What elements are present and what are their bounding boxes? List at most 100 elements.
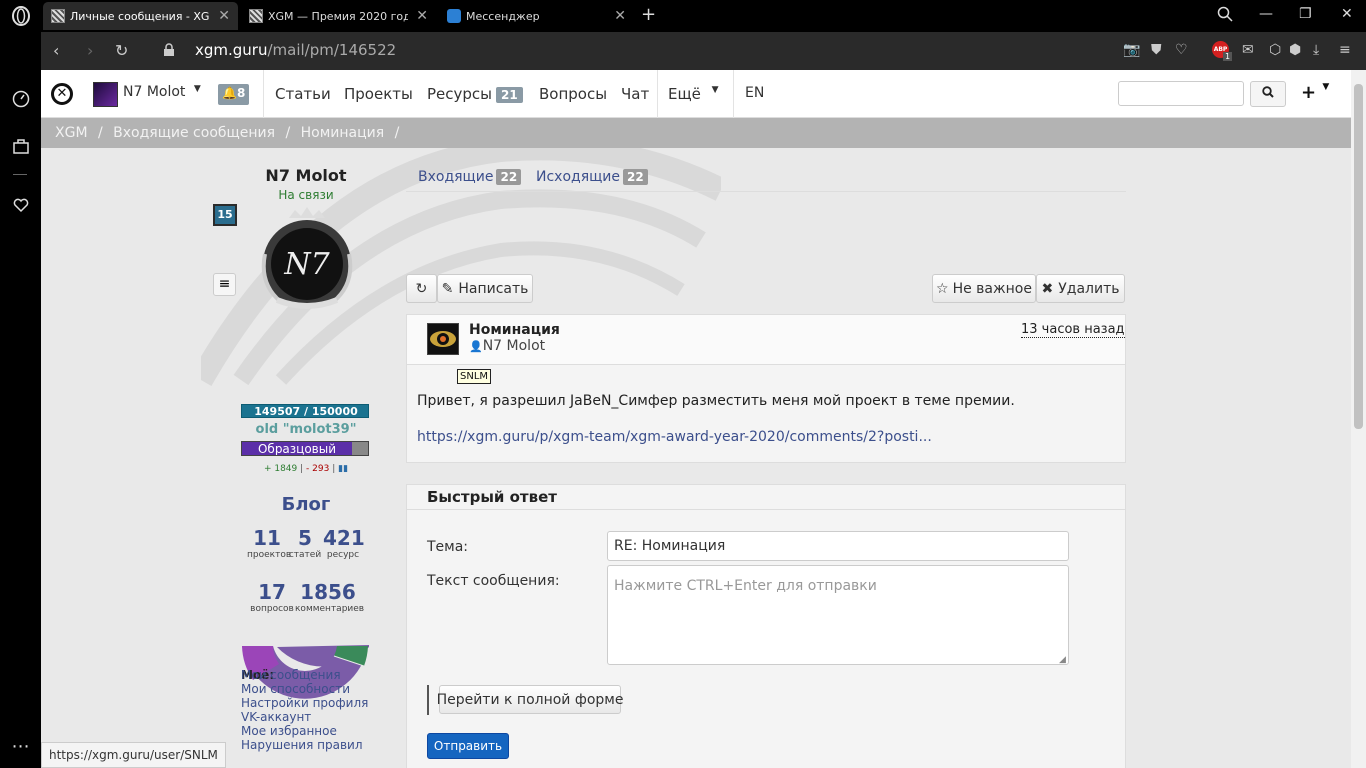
nav-articles[interactable]: Статьи xyxy=(275,85,331,103)
scrollbar-thumb[interactable] xyxy=(1354,84,1363,429)
heart-icon[interactable] xyxy=(0,196,41,218)
link-profile-settings[interactable]: Настройки профиля xyxy=(241,696,368,710)
write-button[interactable]: ✎ Написать xyxy=(437,274,533,303)
forward-icon[interactable]: › xyxy=(87,41,93,60)
tab-private-messages[interactable]: Личные сообщения - XGM ✕ xyxy=(43,2,238,30)
tab-messenger[interactable]: Мессенджер ✕ xyxy=(439,2,634,30)
stat-comments[interactable]: 1856 комментариев xyxy=(295,580,365,614)
camera-icon[interactable]: 📷 xyxy=(1123,42,1140,58)
new-tab-button[interactable]: + xyxy=(641,4,656,25)
rank-bar: Образцовый xyxy=(241,441,369,456)
caret-down-icon: ▼ xyxy=(193,84,201,94)
back-icon[interactable]: ‹ xyxy=(53,41,59,60)
delete-button[interactable]: ✖ Удалить xyxy=(1036,274,1125,303)
tab-outbox[interactable]: Исходящие 22 xyxy=(536,169,648,185)
user-icon: 👤 xyxy=(469,340,483,353)
nav-language[interactable]: EN xyxy=(745,85,764,101)
personal-news-icon[interactable] xyxy=(0,137,41,159)
tab-title: Личные сообщения - XGM xyxy=(70,9,211,23)
reload-icon[interactable]: ↻ xyxy=(115,41,128,60)
nav-more[interactable]: Ещё ▼ xyxy=(668,85,719,103)
menu-lines-icon[interactable]: ≡ xyxy=(1339,42,1351,58)
profile-menu-button[interactable]: ≡ xyxy=(213,273,236,296)
link-rule-violations[interactable]: Нарушения правил xyxy=(241,738,368,752)
message-textarea[interactable]: Нажмите CTRL+Enter для отправки xyxy=(607,565,1069,665)
shield-icon[interactable]: ⛊ xyxy=(1151,42,1162,58)
notifications-button[interactable]: 🔔8 xyxy=(218,84,250,105)
sender-avatar[interactable] xyxy=(427,323,459,355)
stats-chart-icon[interactable]: ▮▮ xyxy=(338,464,348,474)
tab-title: Мессенджер xyxy=(466,9,540,23)
minimize-icon[interactable]: — xyxy=(1259,6,1273,22)
full-form-button[interactable]: Перейти к полной форме xyxy=(436,685,624,714)
subject-label: Тема: xyxy=(427,539,469,555)
refresh-button[interactable]: ↻ xyxy=(406,274,437,303)
user-avatar[interactable] xyxy=(93,82,118,107)
breadcrumb-inbox[interactable]: Входящие сообщения xyxy=(113,125,275,141)
nav-questions[interactable]: Вопросы xyxy=(539,85,607,103)
quick-reply-divider xyxy=(407,509,1125,510)
site-top-nav: ✕ N7 Molot ▼ 🔔8 Статьи Проекты Ресурсы 21… xyxy=(41,70,1351,118)
xp-value: 149507 / 150000 xyxy=(254,405,358,418)
stat-projects[interactable]: 11 проектов xyxy=(247,526,291,560)
close-tab-icon[interactable]: ✕ xyxy=(218,8,230,24)
stat-questions[interactable]: 17 вопросов xyxy=(247,580,297,614)
nav-chat[interactable]: Чат xyxy=(621,85,649,103)
heart-outline-icon[interactable]: ♡ xyxy=(1175,42,1188,58)
page-scrollbar[interactable] xyxy=(1351,70,1366,768)
maximize-icon[interactable]: ❐ xyxy=(1299,6,1312,22)
stat-resources[interactable]: 421 ресурс xyxy=(323,526,365,560)
tab-inbox[interactable]: Входящие 22 xyxy=(418,169,522,185)
breadcrumb: XGM / Входящие сообщения / Номинация / xyxy=(41,118,1351,148)
send-button[interactable]: Отправить xyxy=(427,733,509,759)
tab-inbox-label: Входящие xyxy=(418,169,494,185)
speed-dial-icon[interactable] xyxy=(0,90,41,112)
more-icon[interactable]: ⋯ xyxy=(0,736,41,757)
link-vk-account[interactable]: VK-аккаунт xyxy=(241,710,368,724)
profile-name[interactable]: N7 Molot xyxy=(241,166,371,185)
breadcrumb-home[interactable]: XGM xyxy=(55,125,88,141)
reputation-minus: - 293 xyxy=(306,464,330,474)
box-icon[interactable]: ⬢ xyxy=(1289,42,1301,58)
stat-label: комментариев xyxy=(295,604,365,614)
nav-projects[interactable]: Проекты xyxy=(344,85,413,103)
write-label: Написать xyxy=(458,280,529,297)
nav-resources-label: Ресурсы xyxy=(427,85,493,103)
subject-input[interactable]: RE: Номинация xyxy=(607,531,1069,561)
blog-title[interactable]: Блог xyxy=(241,494,371,515)
close-tab-icon[interactable]: ✕ xyxy=(416,8,428,24)
tab-search-icon[interactable] xyxy=(1217,6,1233,26)
textarea-resize-icon[interactable]: ◢ xyxy=(1059,655,1066,665)
close-window-icon[interactable]: ✕ xyxy=(1341,6,1353,22)
user-menu[interactable]: N7 Molot ▼ xyxy=(123,84,201,100)
opera-sidebar: ⋯ xyxy=(0,0,41,768)
xgm-favicon-icon xyxy=(249,9,263,23)
link-my-messages[interactable]: Мои сообщения xyxy=(241,668,368,682)
link-my-abilities[interactable]: Мои способности xyxy=(241,682,368,696)
download-icon[interactable]: ⤓ xyxy=(1313,42,1319,58)
not-important-button[interactable]: ☆ Не важное xyxy=(932,274,1036,303)
xgm-logo-icon[interactable]: ✕ xyxy=(51,83,73,105)
nav-resources[interactable]: Ресурсы 21 xyxy=(427,85,523,103)
link-favorites[interactable]: Мое избранное xyxy=(241,724,368,738)
site-search-input[interactable] xyxy=(1118,81,1244,106)
message-link[interactable]: https://xgm.guru/p/xgm-team/xgm-award-ye… xyxy=(417,429,932,445)
breadcrumb-current[interactable]: Номинация xyxy=(301,125,385,141)
message-author[interactable]: 👤N7 Molot xyxy=(469,338,545,354)
tab-award[interactable]: XGM — Премия 2020 года - ✕ xyxy=(241,2,436,30)
cube-icon[interactable]: ⬡ xyxy=(1269,42,1281,58)
full-form-divider xyxy=(427,685,429,715)
text-label: Текст сообщения: xyxy=(427,573,560,589)
opera-logo-icon[interactable] xyxy=(0,6,41,30)
level-badge: 15 xyxy=(213,204,237,226)
site-search-button[interactable] xyxy=(1250,81,1286,107)
url-field[interactable]: xgm.guru/mail/pm/146522 xyxy=(195,41,396,59)
online-status: На связи xyxy=(278,188,334,202)
extension-icon[interactable]: ✉ xyxy=(1242,42,1254,58)
close-tab-icon[interactable]: ✕ xyxy=(614,8,626,24)
tab-bar: Личные сообщения - XGM ✕ XGM — Премия 20… xyxy=(41,0,1366,32)
add-new-button[interactable]: + ▼ xyxy=(1301,82,1329,103)
stat-value: 1856 xyxy=(300,580,356,604)
stat-articles[interactable]: 5 статей xyxy=(287,526,323,560)
full-form-label: Перейти к полной форме xyxy=(436,691,624,708)
